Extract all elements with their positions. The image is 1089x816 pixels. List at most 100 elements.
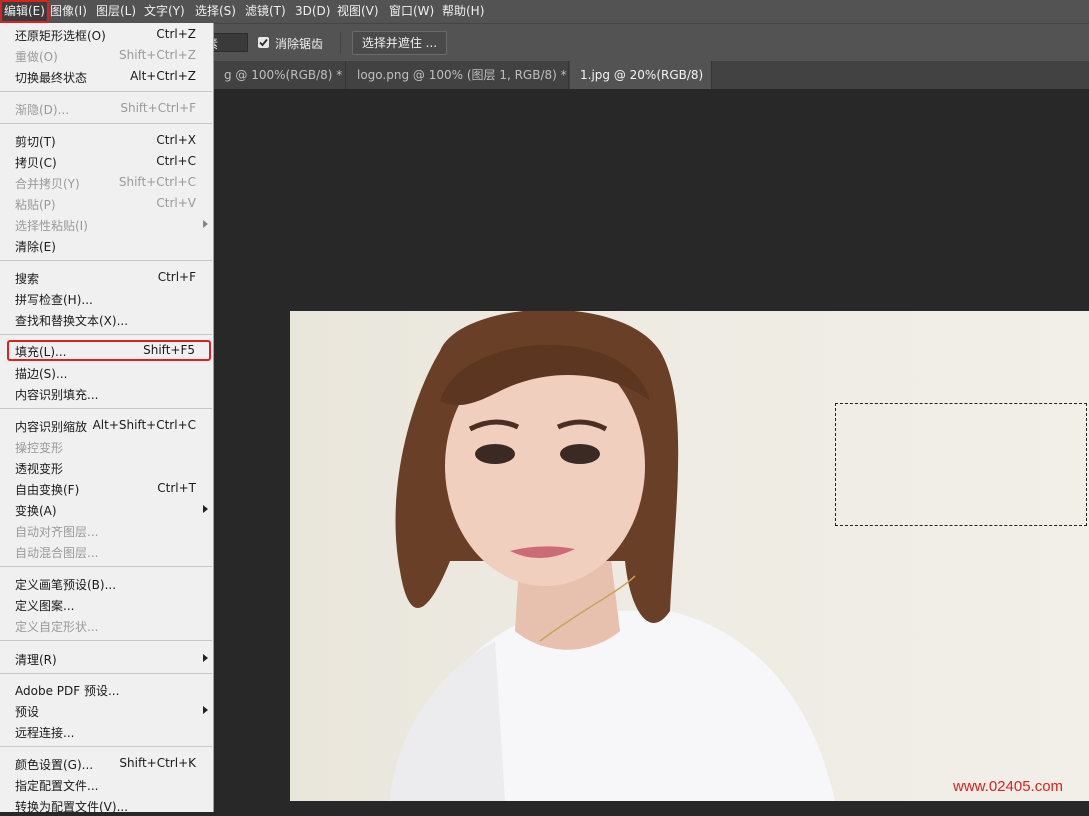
menu-item-label: 重做(O) xyxy=(15,50,58,64)
menu-item-label: 操控变形 xyxy=(15,441,64,455)
menu-item-transform[interactable]: 变换(A) xyxy=(0,499,212,520)
menu-item-fill[interactable]: 填充(L)... Shift+F5 xyxy=(7,340,211,361)
menu-item-copy-merged[interactable]: 合并拷贝(Y) Shift+Ctrl+C xyxy=(0,172,212,193)
submenu-arrow-icon xyxy=(203,505,208,513)
menu-item-fade[interactable]: 渐隐(D)... Shift+Ctrl+F xyxy=(0,98,212,119)
menu-item-paste-special[interactable]: 选择性粘贴(I) xyxy=(0,214,212,235)
menu-item-label: 定义画笔预设(B)... xyxy=(15,578,117,592)
menu-item-adobe-pdf-presets[interactable]: Adobe PDF 预设... xyxy=(0,679,212,700)
menu-item-shortcut: Shift+Ctrl+F xyxy=(120,101,196,115)
menu-item-label: 搜索 xyxy=(15,272,40,286)
menu-item-redo[interactable]: 重做(O) Shift+Ctrl+Z xyxy=(0,45,212,66)
menu-3d[interactable]: 3D(D) xyxy=(295,0,330,23)
menu-item-copy[interactable]: 拷贝(C) Ctrl+C xyxy=(0,151,212,172)
tab-1-jpg[interactable]: 1.jpg @ 20%(RGB/8) × xyxy=(570,61,712,89)
menu-item-label: 粘贴(P) xyxy=(15,198,56,212)
menu-item-convert-to-profile[interactable]: 转换为配置文件(V)... xyxy=(0,795,212,816)
menu-item-cut[interactable]: 剪切(T) Ctrl+X xyxy=(0,130,212,151)
menu-item-check-spelling[interactable]: 拼写检查(H)... xyxy=(0,288,212,309)
menu-item-shortcut: Shift+Ctrl+K xyxy=(119,756,196,770)
menu-item-label: 还原矩形选框(O) xyxy=(15,29,106,43)
close-icon[interactable]: × xyxy=(710,68,711,82)
menu-item-label: 合并拷贝(Y) xyxy=(15,177,80,191)
menu-item-label: 自动混合图层... xyxy=(15,546,99,560)
menu-item-search[interactable]: 搜索 Ctrl+F xyxy=(0,267,212,288)
menu-item-shortcut: Shift+Ctrl+C xyxy=(118,175,196,189)
menu-item-free-transform[interactable]: 自由变换(F) Ctrl+T xyxy=(0,478,212,499)
tab-label: g @ 100%(RGB/8) * xyxy=(224,68,343,82)
menu-item-define-brush[interactable]: 定义画笔预设(B)... xyxy=(0,573,212,594)
menu-item-puppet-warp[interactable]: 操控变形 xyxy=(0,436,212,457)
menu-item-label: 透视变形 xyxy=(15,462,64,476)
menu-separator xyxy=(0,91,212,92)
menu-separator xyxy=(0,123,212,124)
tab-document-1[interactable]: g @ 100%(RGB/8) *× xyxy=(214,61,346,89)
menu-item-shortcut: Alt+Shift+Ctrl+C xyxy=(92,418,196,432)
options-divider xyxy=(340,32,341,54)
menu-item-undo-marquee[interactable]: 还原矩形选框(O) Ctrl+Z xyxy=(0,24,212,45)
menu-select[interactable]: 选择(S) xyxy=(195,0,236,23)
tab-label: 1.jpg @ 20%(RGB/8) xyxy=(580,68,704,82)
menu-item-assign-profile[interactable]: 指定配置文件... xyxy=(0,774,212,795)
menu-type[interactable]: 文字(Y) xyxy=(144,0,185,23)
menu-separator xyxy=(0,334,212,335)
antialias-checkbox[interactable] xyxy=(258,37,269,48)
menu-separator xyxy=(0,260,212,261)
antialias-label: 消除锯齿 xyxy=(275,37,324,51)
menu-item-clear[interactable]: 清除(E) xyxy=(0,235,212,256)
menu-view[interactable]: 视图(V) xyxy=(337,0,379,23)
menu-item-perspective-warp[interactable]: 透视变形 xyxy=(0,457,212,478)
rectangle-selection-marquee[interactable] xyxy=(835,403,1087,526)
menu-item-label: 清理(R) xyxy=(15,653,57,667)
menu-bar: 编辑(E) 图像(I) 图层(L) 文字(Y) 选择(S) 滤镜(T) 3D(D… xyxy=(0,0,1089,23)
menu-edit[interactable]: 编辑(E) xyxy=(0,0,49,23)
menu-item-label: 剪切(T) xyxy=(15,135,56,149)
menu-separator xyxy=(0,408,212,409)
menu-item-find-replace[interactable]: 查找和替换文本(X)... xyxy=(0,309,212,330)
menu-item-presets[interactable]: 预设 xyxy=(0,700,212,721)
menu-item-label: 选择性粘贴(I) xyxy=(15,219,88,233)
menu-item-shortcut: Ctrl+T xyxy=(157,481,196,495)
menu-item-label: 拷贝(C) xyxy=(15,156,57,170)
menu-item-shortcut: Ctrl+X xyxy=(156,133,196,147)
menu-item-label: 清除(E) xyxy=(15,240,56,254)
menu-item-define-pattern[interactable]: 定义图案... xyxy=(0,594,212,615)
menu-item-color-settings[interactable]: 颜色设置(G)... Shift+Ctrl+K xyxy=(0,753,212,774)
menu-window[interactable]: 窗口(W) xyxy=(389,0,434,23)
menu-item-auto-align-layers[interactable]: 自动对齐图层... xyxy=(0,520,212,541)
menu-item-define-custom-shape[interactable]: 定义自定形状... xyxy=(0,615,212,636)
menu-image[interactable]: 图像(I) xyxy=(50,0,87,23)
menu-item-auto-blend-layers[interactable]: 自动混合图层... xyxy=(0,541,212,562)
menu-item-toggle-last-state[interactable]: 切换最终状态 Alt+Ctrl+Z xyxy=(0,66,212,87)
menu-item-content-aware-fill[interactable]: 内容识别填充... xyxy=(0,383,212,404)
menu-help[interactable]: 帮助(H) xyxy=(442,0,484,23)
menu-item-paste[interactable]: 粘贴(P) Ctrl+V xyxy=(0,193,212,214)
menu-item-content-aware-scale[interactable]: 内容识别缩放 Alt+Shift+Ctrl+C xyxy=(0,415,212,436)
menu-item-label: 拼写检查(H)... xyxy=(15,293,93,307)
menu-item-shortcut: Ctrl+V xyxy=(156,196,196,210)
submenu-arrow-icon xyxy=(203,220,208,228)
menu-item-label: 颜色设置(G)... xyxy=(15,758,94,772)
menu-item-label: 内容识别缩放 xyxy=(15,420,88,434)
menu-item-remote-connections[interactable]: 远程连接... xyxy=(0,721,212,742)
menu-item-label: 远程连接... xyxy=(15,726,75,740)
menu-item-shortcut: Ctrl+C xyxy=(156,154,196,168)
menu-item-label: 内容识别填充... xyxy=(15,388,99,402)
menu-item-label: 定义图案... xyxy=(15,599,75,613)
menu-item-stroke[interactable]: 描边(S)... xyxy=(0,362,212,383)
menu-filter[interactable]: 滤镜(T) xyxy=(245,0,286,23)
menu-item-label: 填充(L)... xyxy=(15,345,67,359)
canvas-photo[interactable] xyxy=(290,311,1089,801)
menu-item-label: 定义自定形状... xyxy=(15,620,99,634)
tab-logo-png[interactable]: logo.png @ 100% (图层 1, RGB/8) *× xyxy=(347,61,569,89)
menu-separator xyxy=(0,746,212,747)
menu-item-purge[interactable]: 清理(R) xyxy=(0,648,212,669)
menu-separator xyxy=(0,566,212,567)
menu-item-label: 切换最终状态 xyxy=(15,71,88,85)
select-and-mask-button[interactable]: 选择并遮住 ... xyxy=(352,31,447,55)
submenu-arrow-icon xyxy=(203,706,208,714)
watermark: www.02405.com xyxy=(953,778,1064,795)
portrait-illustration xyxy=(390,311,835,801)
menu-item-label: Adobe PDF 预设... xyxy=(15,684,120,698)
menu-layer[interactable]: 图层(L) xyxy=(96,0,136,23)
